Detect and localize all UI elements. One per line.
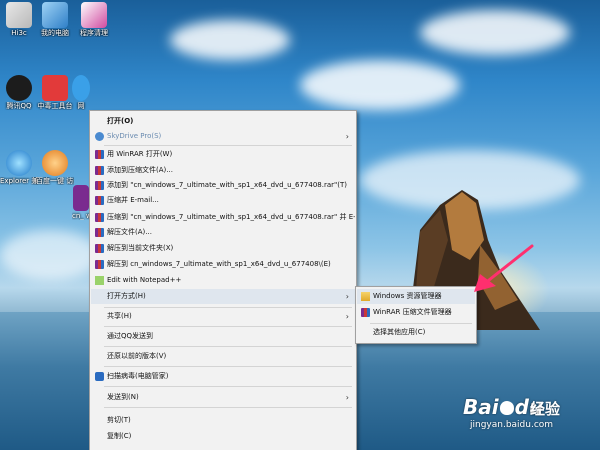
- winrar-icon: [95, 166, 104, 175]
- watermark-url: jingyan.baidu.com: [470, 420, 554, 430]
- menu-item-extract-here[interactable]: 解压到当前文件夹(X): [91, 241, 355, 256]
- winrar-icon: [95, 196, 104, 205]
- globe-icon: [72, 75, 90, 101]
- shield-icon: [95, 372, 104, 381]
- winrar-icon: [95, 244, 104, 253]
- notepadpp-icon: [95, 276, 104, 285]
- winrar-icon: [361, 308, 370, 317]
- menu-item-extract-files[interactable]: 解压文件(A)...: [91, 225, 355, 240]
- menu-item-send-to[interactable]: 发送到(N) ›: [91, 390, 355, 405]
- menu-item-share[interactable]: 共享(H) ›: [91, 309, 355, 324]
- menu-item-compress-email[interactable]: 压缩并 E-mail...: [91, 193, 355, 208]
- winrar-icon: [95, 181, 104, 190]
- menu-item-compress-to-email[interactable]: 压缩到 "cn_windows_7_ultimate_with_sp1_x64_…: [91, 210, 355, 225]
- desktop: Hi3c 我的电脑 程序清理 腾讯QQ 中毒工具台 网 Explorer 兼容方…: [0, 0, 600, 450]
- menu-item-cut[interactable]: 剪切(T): [91, 413, 355, 428]
- chevron-right-icon: ›: [345, 292, 349, 301]
- menu-item-extract-to-folder[interactable]: 解压到 cn_windows_7_ultimate_with_sp1_x64_d…: [91, 257, 355, 272]
- folder-icon: [361, 292, 370, 301]
- internet-explorer-icon: [6, 150, 32, 176]
- desktop-icon-cleaner[interactable]: 程序清理: [75, 2, 113, 37]
- chevron-right-icon: ›: [345, 393, 349, 402]
- menu-item-send-via-qq[interactable]: 通过QQ发送到: [91, 329, 355, 344]
- desktop-icon-qq[interactable]: 腾讯QQ: [0, 75, 38, 110]
- cleaner-icon: [81, 2, 107, 28]
- chevron-right-icon: ›: [345, 312, 349, 321]
- paw-icon: [499, 401, 514, 415]
- desktop-icon-tool[interactable]: 中毒工具台: [36, 75, 74, 110]
- submenu-item-explorer[interactable]: Windows 资源管理器: [357, 289, 475, 304]
- winrar-icon: [95, 260, 104, 269]
- desktop-icon-iso[interactable]: cn_ win 4_: [72, 185, 90, 220]
- qq-penguin-icon: [6, 75, 32, 101]
- jingyan-text: 经验: [530, 400, 561, 418]
- baidu-icon: [42, 150, 68, 176]
- chevron-right-icon: ›: [345, 132, 349, 141]
- recycle-bin-icon: [6, 2, 32, 28]
- winrar-file-icon: [73, 185, 89, 211]
- menu-item-skydrive[interactable]: SkyDrive Pro(S) ›: [91, 129, 355, 144]
- menu-item-open[interactable]: 打开(O): [91, 114, 355, 129]
- winrar-icon: [95, 213, 104, 222]
- menu-item-add-archive[interactable]: 添加到压缩文件(A)...: [91, 163, 355, 178]
- menu-item-scan-virus[interactable]: 扫描病毒(电脑管家): [91, 369, 355, 384]
- menu-item-winrar-open[interactable]: 用 WinRAR 打开(W): [91, 147, 355, 162]
- desktop-icon-ie[interactable]: Explorer 兼容方式: [0, 150, 38, 185]
- context-menu: 打开(O) SkyDrive Pro(S) › 用 WinRAR 打开(W) 添加…: [89, 110, 357, 450]
- submenu-item-winrar[interactable]: WinRAR 压缩文件管理器: [357, 305, 475, 320]
- desktop-icon-hi3c[interactable]: Hi3c: [0, 2, 38, 37]
- tool-icon: [42, 75, 68, 101]
- menu-item-copy[interactable]: 复制(C): [91, 429, 355, 444]
- computer-icon: [42, 2, 68, 28]
- menu-item-notepadpp[interactable]: Edit with Notepad++: [91, 273, 355, 288]
- menu-item-add-to-rar[interactable]: 添加到 "cn_windows_7_ultimate_with_sp1_x64_…: [91, 178, 355, 193]
- submenu-item-choose-app[interactable]: 选择其他应用(C): [357, 325, 475, 340]
- winrar-icon: [95, 150, 104, 159]
- menu-item-restore-versions[interactable]: 还原以前的版本(V): [91, 349, 355, 364]
- winrar-icon: [95, 228, 104, 237]
- desktop-icon-computer[interactable]: 我的电脑: [36, 2, 74, 37]
- skydrive-icon: [95, 132, 104, 141]
- desktop-icon-baidu[interactable]: 百度一键 访问: [36, 150, 74, 185]
- desktop-icon-web[interactable]: 网: [72, 75, 90, 110]
- open-with-submenu: Windows 资源管理器 WinRAR 压缩文件管理器 选择其他应用(C): [355, 286, 477, 344]
- menu-item-open-with[interactable]: 打开方式(H) ›: [91, 289, 355, 304]
- annotation-arrow: [474, 244, 534, 292]
